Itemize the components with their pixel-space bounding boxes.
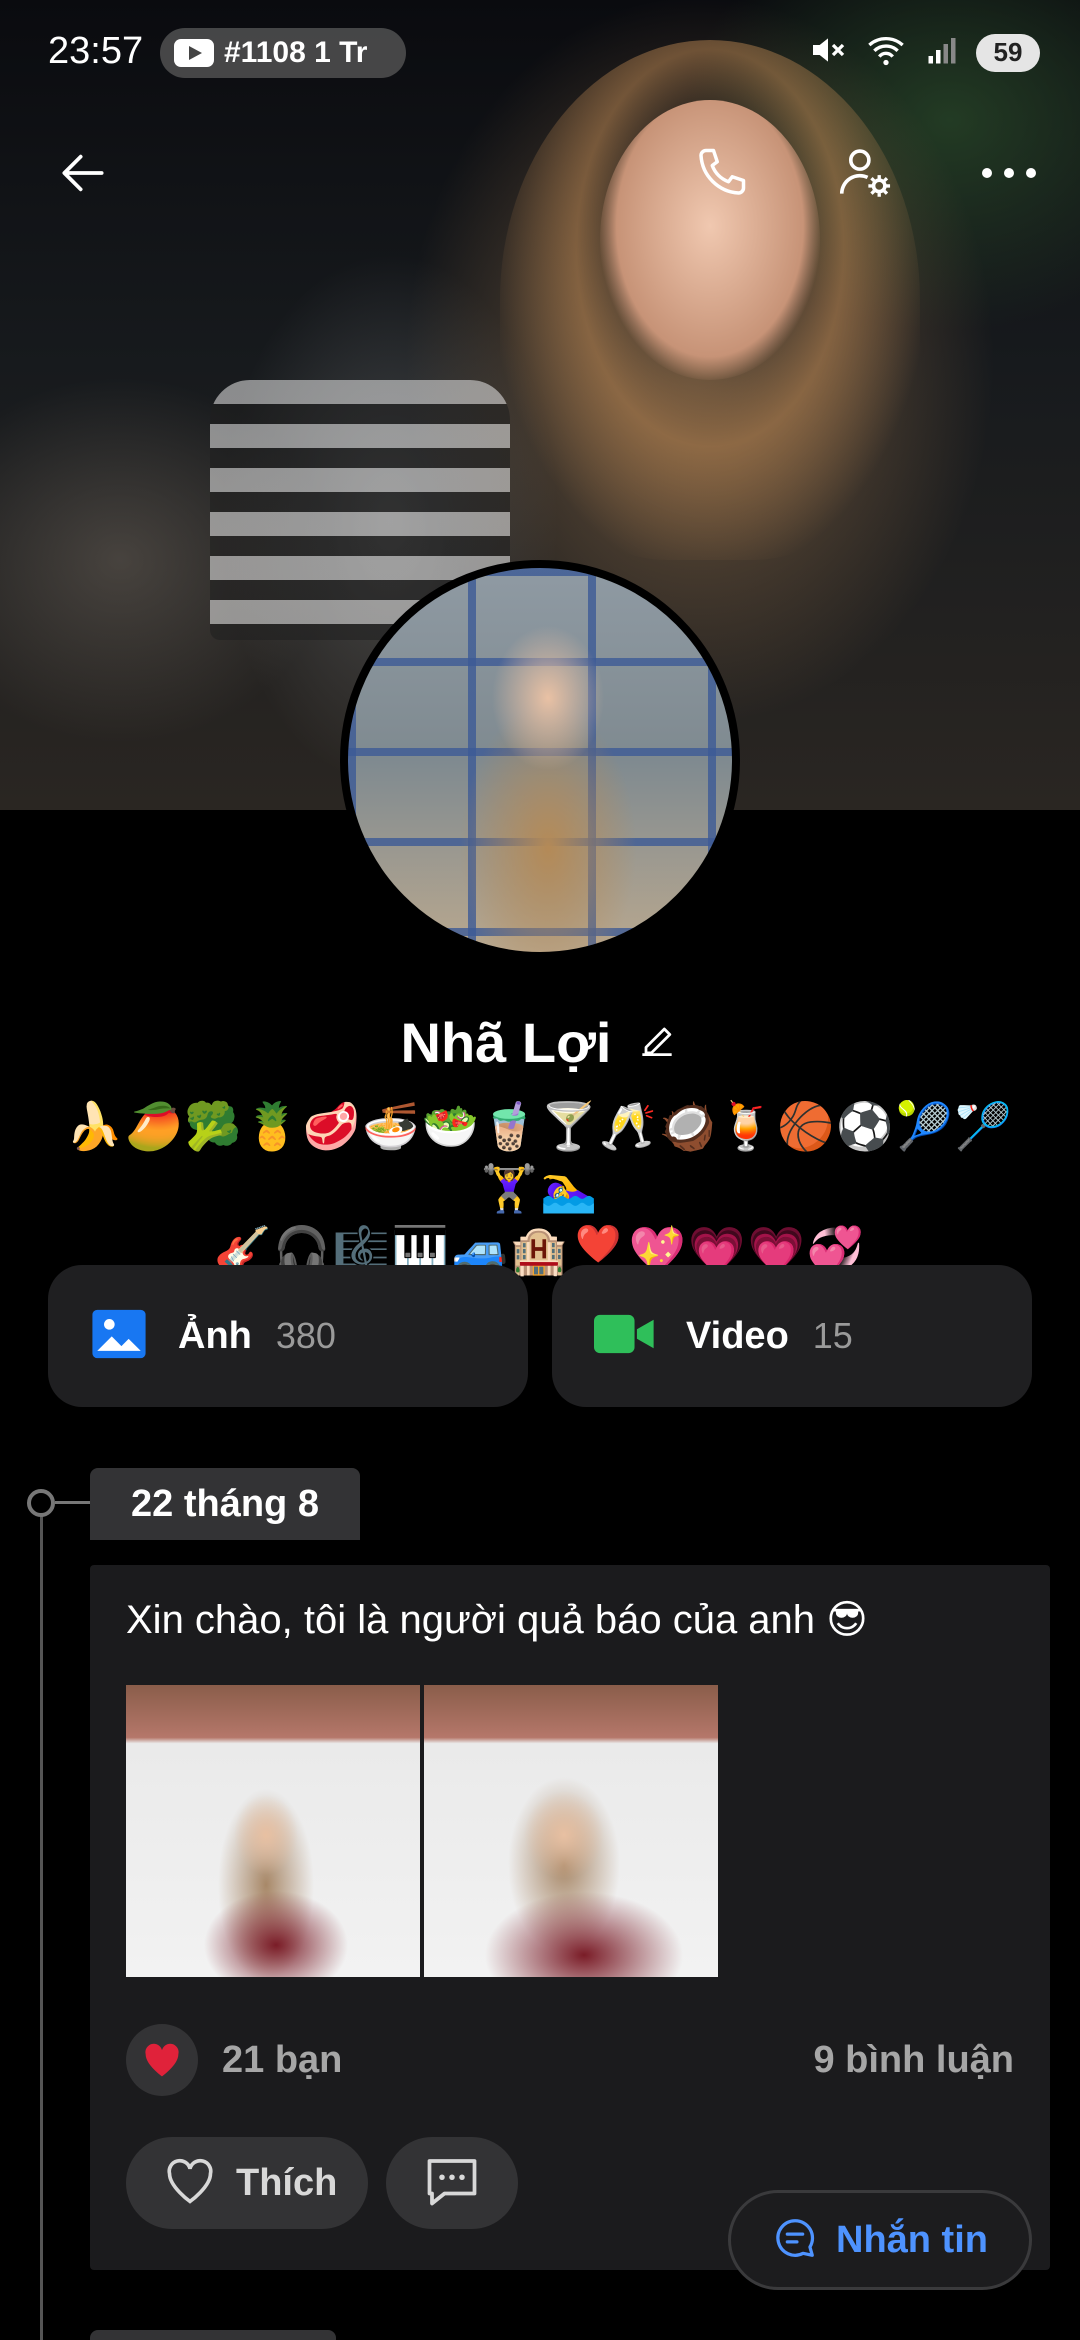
back-button[interactable]	[48, 140, 118, 210]
arrow-left-icon	[55, 145, 111, 206]
signal-icon	[924, 32, 960, 73]
heart-reaction-icon	[126, 2024, 198, 2096]
like-label: Thích	[236, 2161, 338, 2204]
timeline-dot	[27, 1489, 55, 1517]
reaction-summary[interactable]: 21 bạn 9 bình luận	[126, 2024, 1014, 2096]
wifi-icon	[864, 30, 908, 75]
post-card[interactable]: Xin chào, tôi là người quả báo của anh 😎…	[90, 1565, 1050, 2270]
user-settings-icon	[834, 142, 896, 209]
call-button[interactable]	[686, 140, 756, 210]
reaction-count: 21 bạn	[222, 2038, 343, 2081]
next-timeline-date	[90, 2330, 336, 2340]
comment-button[interactable]	[386, 2137, 518, 2229]
more-options-button[interactable]	[974, 140, 1044, 210]
heart-outline-icon	[162, 2156, 218, 2211]
more-horizontal-icon	[979, 163, 1039, 188]
post-photo[interactable]	[126, 1685, 420, 1977]
post-text: Xin chào, tôi là người quả báo của anh 😎	[126, 1598, 868, 1642]
battery-icon: 59	[976, 33, 1040, 72]
comment-count[interactable]: 9 bình luận	[813, 2039, 1014, 2082]
image-icon	[90, 1305, 148, 1368]
videos-count: 15	[812, 1315, 853, 1356]
videos-label: Video	[686, 1314, 789, 1357]
photos-card[interactable]: Ảnh 380	[48, 1265, 528, 1407]
photos-count: 380	[275, 1315, 336, 1356]
profile-name-row: Nhã Lợi	[0, 1010, 1080, 1075]
video-camera-icon	[594, 1309, 656, 1364]
chat-icon	[772, 2215, 818, 2266]
profile-bio: 🍌🥭🥦🍍🥩🍜🥗🧋🍸🥂🥥🍹🏀⚽🎾🏸🏋‍♀️🏊‍♀️ 🎸🎧🎼🎹🚙🏨❣️💖💗💗💞	[60, 1095, 1020, 1281]
status-icons: 59	[808, 30, 1040, 75]
youtube-icon	[174, 39, 214, 67]
message-label: Nhắn tin	[836, 2218, 988, 2261]
photos-label: Ảnh	[178, 1314, 252, 1357]
message-button[interactable]: Nhắn tin	[728, 2190, 1032, 2290]
status-bar: 23:57 #1108 1 Tr 59	[0, 0, 1080, 110]
timeline-date: 22 tháng 8	[90, 1468, 360, 1540]
phone-icon	[691, 143, 751, 208]
mute-icon	[808, 30, 848, 75]
bio-line: 🍌🥭🥦🍍🥩🍜🥗🧋🍸🥂🥥🍹🏀⚽🎾🏸🏋‍♀️🏊‍♀️	[65, 1100, 1015, 1214]
post-photo[interactable]	[424, 1685, 718, 1977]
profile-avatar[interactable]	[340, 560, 740, 960]
media-title: #1108 1 Tr	[224, 36, 368, 69]
like-button[interactable]: Thích	[126, 2137, 368, 2229]
comment-bubble-icon	[422, 2153, 482, 2214]
timeline-line	[40, 1502, 43, 2340]
profile-settings-button[interactable]	[830, 140, 900, 210]
media-notification-pill[interactable]: #1108 1 Tr	[160, 28, 406, 78]
profile-name: Nhã Lợi	[400, 1011, 612, 1074]
edit-pencil-icon[interactable]	[635, 1018, 679, 1067]
videos-card[interactable]: Video 15	[552, 1265, 1032, 1407]
status-time: 23:57	[48, 30, 144, 72]
timeline-connector	[55, 1501, 91, 1504]
